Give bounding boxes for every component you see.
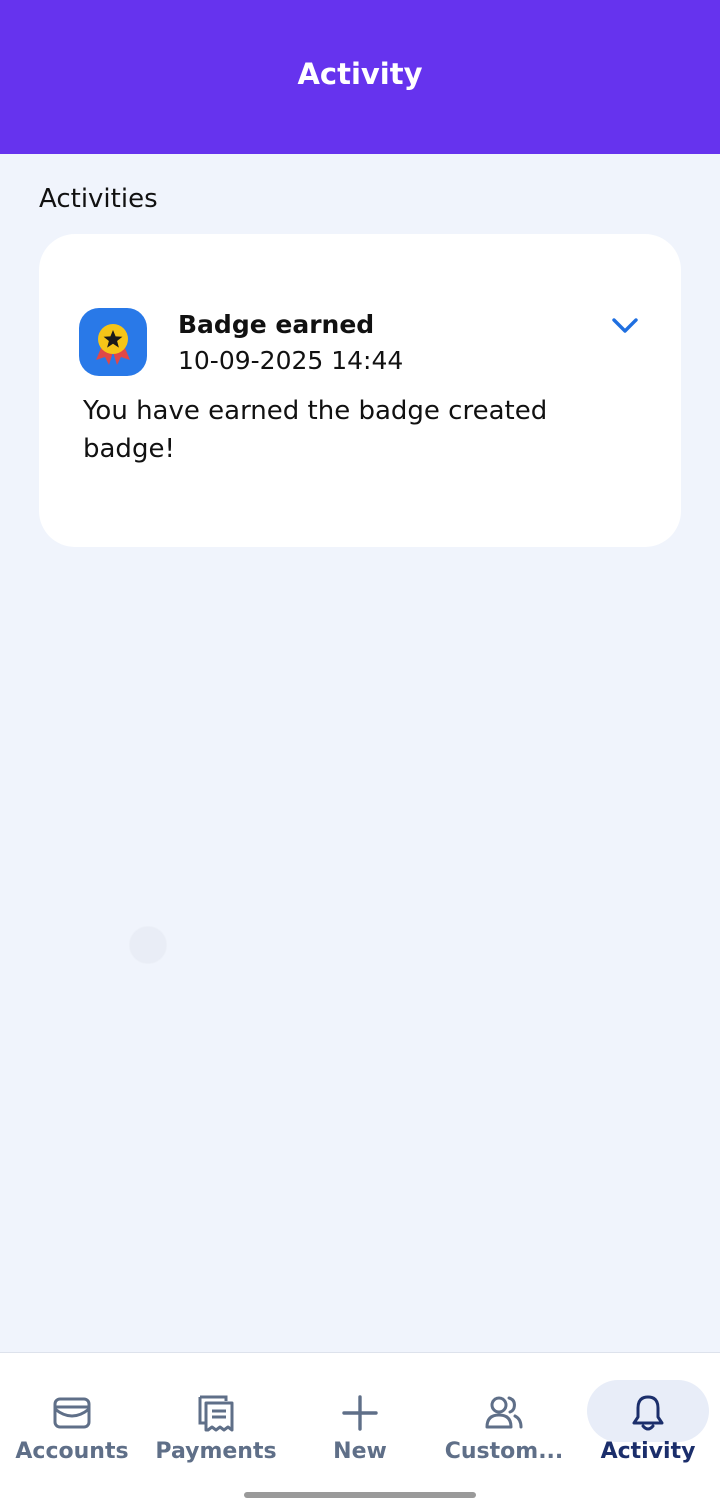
- chevron-down-icon[interactable]: [609, 314, 641, 338]
- home-indicator[interactable]: [244, 1492, 476, 1498]
- nav-item-new[interactable]: New: [288, 1379, 432, 1469]
- nav-item-payments[interactable]: Payments: [144, 1379, 288, 1469]
- nav-label: Activity: [600, 1439, 696, 1464]
- nav-item-accounts[interactable]: Accounts: [0, 1379, 144, 1469]
- bell-icon: [628, 1393, 668, 1433]
- receipt-icon: [196, 1393, 236, 1433]
- nav-label: Custom...: [444, 1439, 564, 1464]
- section-label: Activities: [39, 184, 158, 214]
- wallet-icon: [52, 1393, 92, 1433]
- loading-indicator: [130, 927, 166, 963]
- badge-ribbon-star-icon: [79, 308, 147, 376]
- plus-icon: [340, 1393, 380, 1433]
- nav-item-activity[interactable]: Activity: [576, 1379, 720, 1469]
- app-header: Activity: [0, 0, 720, 154]
- activity-card[interactable]: Badge earned 10-09-2025 14:44 You have e…: [39, 234, 681, 547]
- nav-item-customers[interactable]: Custom...: [432, 1379, 576, 1469]
- activity-message: You have earned the badge created badge!: [83, 396, 548, 464]
- activity-timestamp: 10-09-2025 14:44: [178, 346, 404, 375]
- activity-title: Badge earned: [178, 310, 375, 339]
- nav-label: Payments: [155, 1439, 277, 1464]
- nav-label: Accounts: [15, 1439, 129, 1464]
- bottom-navigation: Accounts Payments New Custom... Activity: [0, 1352, 720, 1511]
- people-icon: [484, 1393, 524, 1433]
- page-title: Activity: [297, 57, 423, 91]
- nav-label: New: [333, 1439, 387, 1464]
